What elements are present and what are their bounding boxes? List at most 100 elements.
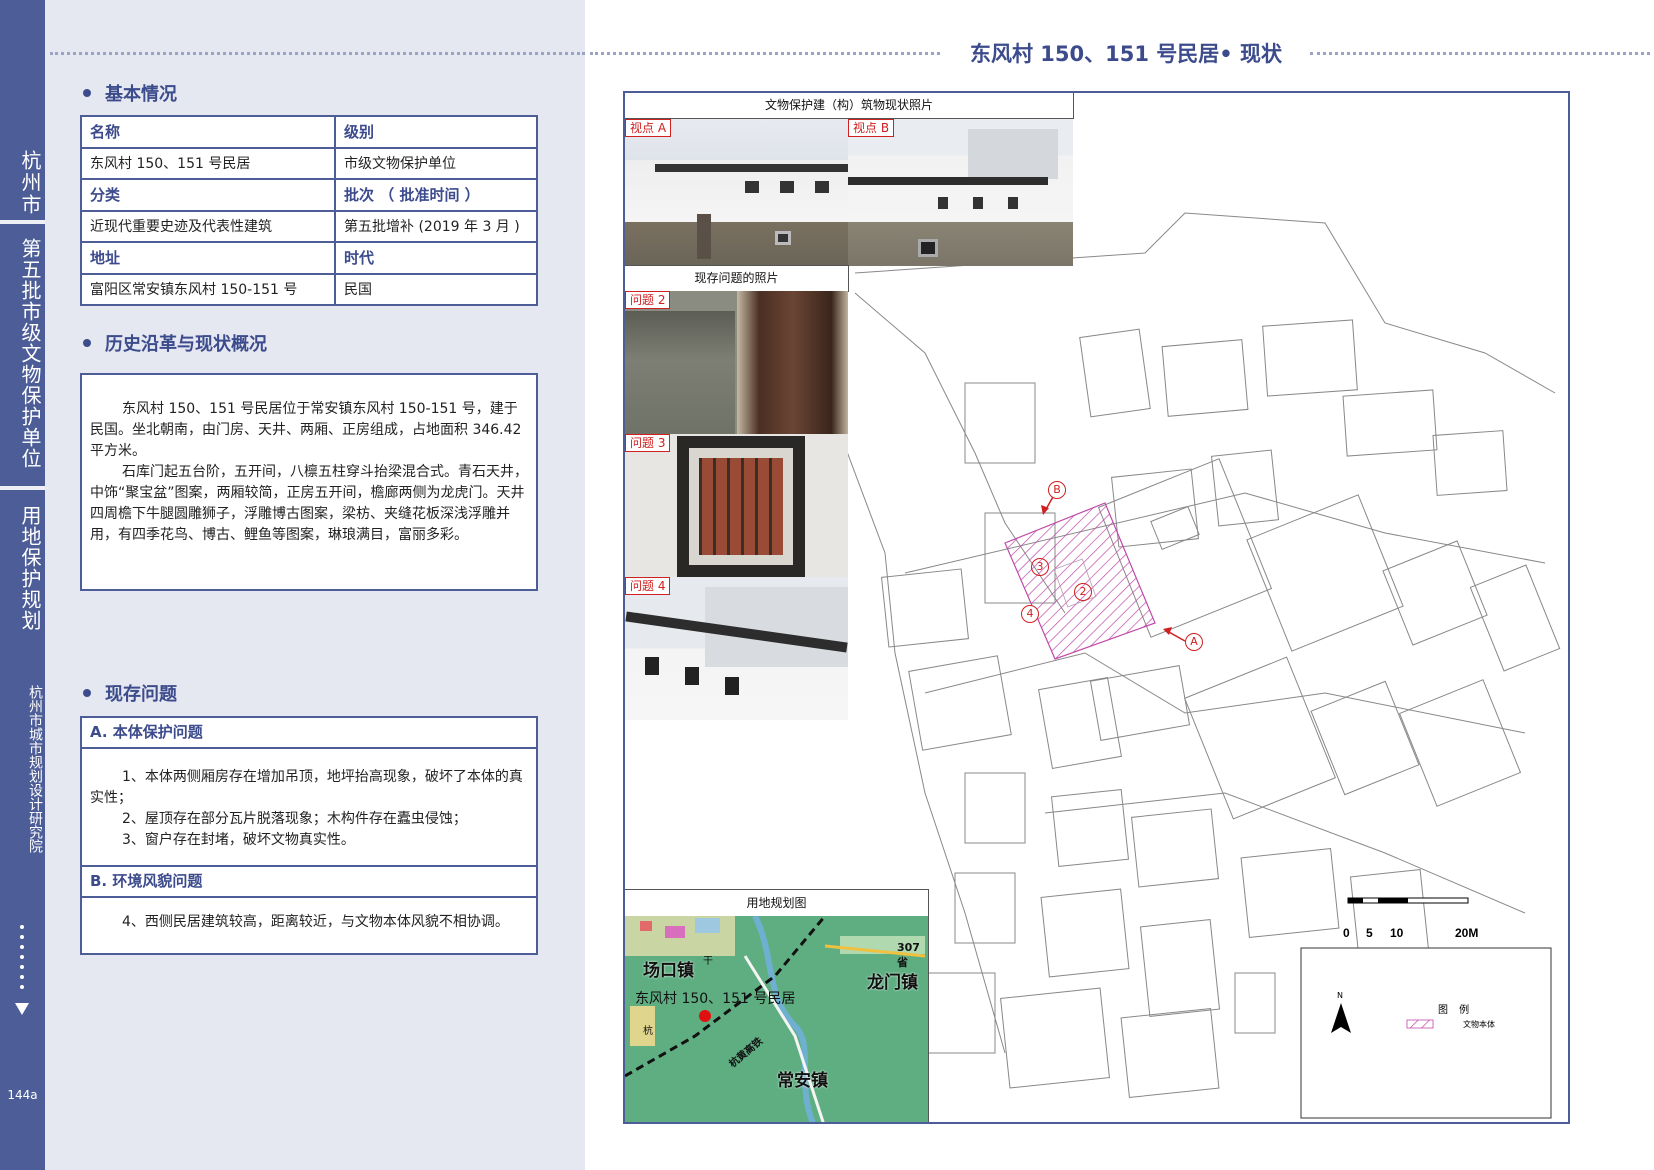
marker-b: B xyxy=(1048,481,1066,499)
issues-a-body: 1、本体两侧厢房存在增加吊顶，地坪抬高现象，破坏了本体的真实性； 2、屋顶存在部… xyxy=(82,749,536,867)
photo-tag: 视点 B xyxy=(848,119,895,137)
photo-problem-2: 问题 2 xyxy=(625,291,848,434)
issues-b-heading: B. 环境风貌问题 xyxy=(82,867,536,898)
plan-frame: B A 2 3 4 0 5 10 20M N 图 例 文物本体 文物保护建（构）… xyxy=(623,91,1570,1124)
label-site: 东风村 150、151 号民居 xyxy=(635,991,796,1007)
issue-item: 1、本体两侧厢房存在增加吊顶，地坪抬高现象，破坏了本体的真实性； xyxy=(90,769,523,806)
issue-item: 2、屋顶存在部分瓦片脱落现象；木构件存在蠹虫侵蚀； xyxy=(122,811,467,827)
window xyxy=(815,181,829,193)
photo-tag: 问题 3 xyxy=(625,434,671,452)
label-road: 307省 xyxy=(897,941,920,969)
marker-4: 4 xyxy=(1021,605,1039,623)
caption-status-photos: 文物保护建（构）筑物现状照片 xyxy=(625,93,1074,119)
window-frame xyxy=(677,436,805,577)
scale-tick: 0 xyxy=(1343,926,1350,940)
legend-title: 图 例 xyxy=(1438,1005,1474,1016)
table-row: 地址 时代 xyxy=(80,241,538,275)
photo-problem-4: 问题 4 xyxy=(625,577,848,720)
issue-item: 4、西侧民居建筑较高，距离较近，与文物本体风貌不相协调。 xyxy=(122,914,509,930)
sidebar-divider xyxy=(0,220,45,224)
window xyxy=(645,657,659,675)
caption-problem-photos: 现存问题的照片 xyxy=(625,265,849,292)
section-history-title: 历史沿革与现状概况 xyxy=(105,334,267,355)
scale-tick: 10 xyxy=(1390,926,1404,940)
table-cell: 名称 xyxy=(80,115,336,149)
issues-b-body: 4、西侧民居建筑较高，距离较近，与文物本体风貌不相协调。 xyxy=(82,898,536,941)
section-basic: 基本情况 xyxy=(83,80,177,106)
window xyxy=(938,197,948,209)
window xyxy=(775,231,791,245)
window xyxy=(918,239,938,257)
table-row: 名称 级别 xyxy=(80,115,538,149)
north-label: N xyxy=(1337,991,1343,1000)
label-changkou: 场口镇 xyxy=(643,961,694,981)
table-cell: 级别 xyxy=(334,115,538,149)
scale-tick: 20M xyxy=(1455,926,1479,940)
page-title: 东风村 150、151 号民居• 现状 xyxy=(970,42,1283,66)
door xyxy=(697,214,711,259)
table-cell: 市级文物保护单位 xyxy=(334,146,538,180)
page-number: 144a xyxy=(7,1088,38,1102)
marker-a: A xyxy=(1185,633,1203,651)
section-history: 历史沿革与现状概况 xyxy=(83,330,267,356)
sidebar: 杭州市 第五批市级文物保护单位 用地保护规划 杭州市城市规划设计研究院 144a xyxy=(0,0,45,1170)
table-cell: 地址 xyxy=(80,241,336,275)
issues-a-heading: A. 本体保护问题 xyxy=(82,718,536,749)
sidebar-institute: 杭州市城市规划设计研究院 xyxy=(27,685,43,853)
table-cell: 近现代重要史迹及代表性建筑 xyxy=(80,209,336,243)
bullet-icon xyxy=(83,89,91,97)
dots-icon xyxy=(20,925,24,995)
photo-problem-3: 问题 3 xyxy=(625,434,848,577)
arrow-down-icon xyxy=(15,1003,29,1015)
sidebar-plan: 用地保护规划 xyxy=(18,505,42,631)
photo-view-a: 视点 A xyxy=(625,119,848,266)
basic-info-table: 名称 级别 东风村 150、151 号民居 市级文物保护单位 分类 批次 （ 批… xyxy=(80,115,538,306)
window xyxy=(745,181,759,193)
scale-tick: 5 xyxy=(1366,926,1373,940)
scale-bar xyxy=(1347,897,1469,904)
heritage-area xyxy=(1004,502,1156,660)
issues-box: A. 本体保护问题 1、本体两侧厢房存在增加吊顶，地坪抬高现象，破坏了本体的真实… xyxy=(80,716,538,955)
bullet-icon xyxy=(83,689,91,697)
table-cell: 批次 （ 批准时间 ） xyxy=(334,178,538,212)
tall-building xyxy=(968,129,1058,179)
table-cell: 时代 xyxy=(334,241,538,275)
roof-eave xyxy=(848,177,1048,185)
bricked-window xyxy=(699,458,783,555)
dotted-rule xyxy=(50,52,585,55)
section-issues: 现存问题 xyxy=(83,680,177,706)
bullet-icon xyxy=(83,339,91,347)
table-cell: 东风村 150、151 号民居 xyxy=(80,146,336,180)
legend-box xyxy=(1300,947,1552,1119)
table-cell: 分类 xyxy=(80,178,336,212)
marker-3: 3 xyxy=(1031,558,1049,576)
label-gan: 干 xyxy=(703,956,713,967)
photo-tag: 问题 4 xyxy=(625,577,671,595)
table-row: 分类 批次 （ 批准时间 ） xyxy=(80,178,538,212)
table-cell: 富阳区常安镇东风村 150-151 号 xyxy=(80,272,336,306)
dotted-rule xyxy=(1310,52,1650,55)
window-stone xyxy=(689,448,793,565)
stone-floor xyxy=(625,311,735,434)
legend-swatch xyxy=(1406,1019,1434,1029)
sidebar-divider xyxy=(0,486,45,490)
marker-2: 2 xyxy=(1074,583,1092,601)
window xyxy=(725,677,739,695)
label-changan: 常安镇 xyxy=(777,1071,828,1091)
photo-view-b: 视点 B xyxy=(848,119,1073,266)
window xyxy=(685,667,699,685)
locator-map: 场口镇 龙门镇 常安镇 东风村 150、151 号民居 307省 杭黄高铁 杭 … xyxy=(625,916,929,1122)
section-basic-title: 基本情况 xyxy=(105,84,177,105)
table-cell: 民国 xyxy=(334,272,538,306)
photo-tag: 视点 A xyxy=(625,119,672,137)
window xyxy=(1008,197,1018,209)
section-issues-title: 现存问题 xyxy=(105,684,177,705)
table-row: 富阳区常安镇东风村 150-151 号 民国 xyxy=(80,272,538,306)
dotted-rule xyxy=(590,52,940,55)
window xyxy=(973,197,983,209)
timber-column xyxy=(737,291,848,434)
sidebar-batch: 第五批市级文物保护单位 xyxy=(18,238,42,469)
caption-locator-map: 用地规划图 xyxy=(625,889,929,917)
table-row: 东风村 150、151 号民居 市级文物保护单位 xyxy=(80,146,538,180)
label-hang: 杭 xyxy=(643,1026,653,1037)
